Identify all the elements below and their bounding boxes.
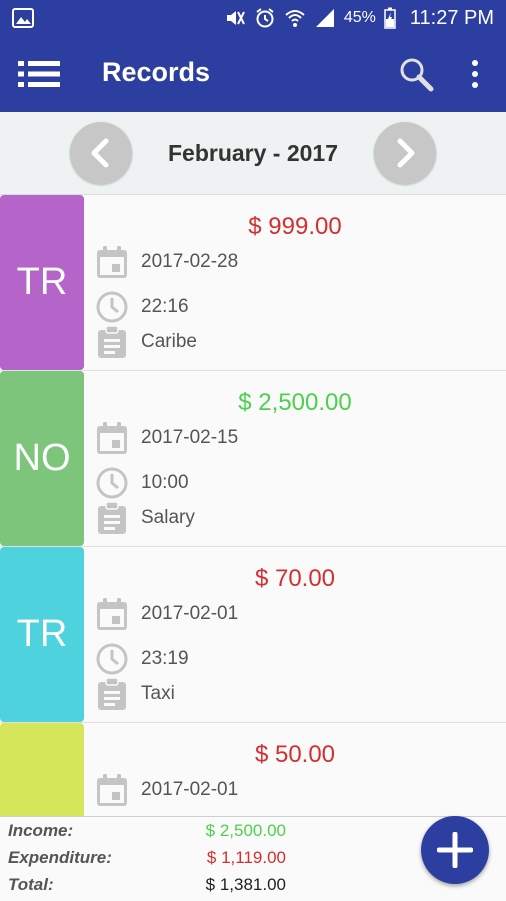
record-date-row: 2017-02-15	[96, 421, 238, 455]
record-date-row: 2017-02-28	[96, 245, 238, 279]
category-badge: NO	[0, 371, 84, 546]
record-amount: $ 2,500.00	[238, 389, 352, 416]
total-row: Total: $ 1,381.00	[8, 875, 328, 901]
record-amount: $ 50.00	[254, 741, 336, 768]
app-bar: Records	[0, 36, 506, 112]
list-menu-icon[interactable]	[18, 60, 62, 88]
wifi-icon	[285, 10, 305, 27]
clock-icon	[96, 291, 128, 323]
category-badge: FO	[0, 723, 84, 816]
chevron-right-icon	[397, 138, 415, 168]
income-value: $ 2,500.00	[205, 821, 286, 840]
clipboard-icon	[98, 677, 126, 710]
clock-icon	[96, 467, 128, 499]
search-icon[interactable]	[398, 56, 434, 92]
clipboard-icon	[98, 501, 126, 534]
record-time-row: 22:16	[96, 290, 189, 324]
record-note: Taxi	[141, 683, 175, 704]
record-time: 10:00	[141, 472, 189, 493]
category-badge: TR	[0, 547, 84, 722]
calendar-icon	[97, 598, 127, 630]
record-note-row: Taxi	[96, 677, 175, 711]
total-value: $ 1,381.00	[205, 875, 286, 894]
status-bar: 45% 11:27 PM	[0, 0, 506, 36]
next-month-button[interactable]	[374, 122, 436, 184]
record-item[interactable]: NO $ 2,500.00 2017-02-15 10:00 Salary	[0, 371, 506, 547]
record-note-row: Caribe	[96, 325, 197, 359]
month-navigator: February - 2017	[0, 112, 506, 195]
clipboard-icon	[98, 325, 126, 358]
category-badge: TR	[0, 195, 84, 370]
record-date: 2017-02-28	[141, 251, 239, 272]
records-list: TR $ 999.00 2017-02-28 22:16 Caribe NO $…	[0, 195, 506, 816]
battery-charging-icon	[384, 7, 396, 29]
record-note: Salary	[141, 507, 195, 528]
expenditure-label: Expenditure:	[8, 848, 112, 867]
gallery-notification-icon	[12, 8, 34, 28]
record-amount: $ 999.00	[248, 213, 342, 240]
income-row: Income: $ 2,500.00	[8, 821, 328, 847]
record-note-row: Salary	[96, 501, 195, 535]
total-label: Total:	[8, 875, 54, 894]
record-item[interactable]: FO $ 50.00 2017-02-01	[0, 723, 506, 816]
calendar-icon	[97, 246, 127, 278]
plus-icon	[437, 832, 473, 868]
record-time: 23:19	[141, 648, 189, 669]
record-date: 2017-02-01	[141, 779, 239, 800]
record-item[interactable]: TR $ 70.00 2017-02-01 23:19 Taxi	[0, 547, 506, 723]
more-options-icon[interactable]	[466, 58, 484, 90]
record-date: 2017-02-01	[141, 603, 239, 624]
clock-icon	[96, 643, 128, 675]
signal-icon	[315, 9, 334, 27]
page-title: Records	[102, 57, 211, 87]
record-date-row: 2017-02-01	[96, 773, 238, 807]
expenditure-row: Expenditure: $ 1,119.00	[8, 848, 328, 874]
add-record-button[interactable]	[421, 816, 489, 884]
mute-icon	[226, 11, 245, 25]
record-time: 22:16	[141, 296, 189, 317]
record-note: Caribe	[141, 331, 197, 352]
record-amount: $ 70.00	[254, 565, 336, 592]
record-date-row: 2017-02-01	[96, 597, 238, 631]
alarm-icon	[256, 8, 274, 28]
income-label: Income:	[8, 821, 74, 840]
expenditure-value: $ 1,119.00	[206, 848, 286, 867]
record-date: 2017-02-15	[141, 427, 239, 448]
clock: 11:27 PM	[409, 6, 494, 29]
calendar-icon	[97, 774, 127, 806]
record-item[interactable]: TR $ 999.00 2017-02-28 22:16 Caribe	[0, 195, 506, 371]
record-time-row: 10:00	[96, 466, 189, 500]
record-time-row: 23:19	[96, 642, 189, 676]
calendar-icon	[97, 422, 127, 454]
battery-percentage: 45%	[343, 9, 376, 26]
